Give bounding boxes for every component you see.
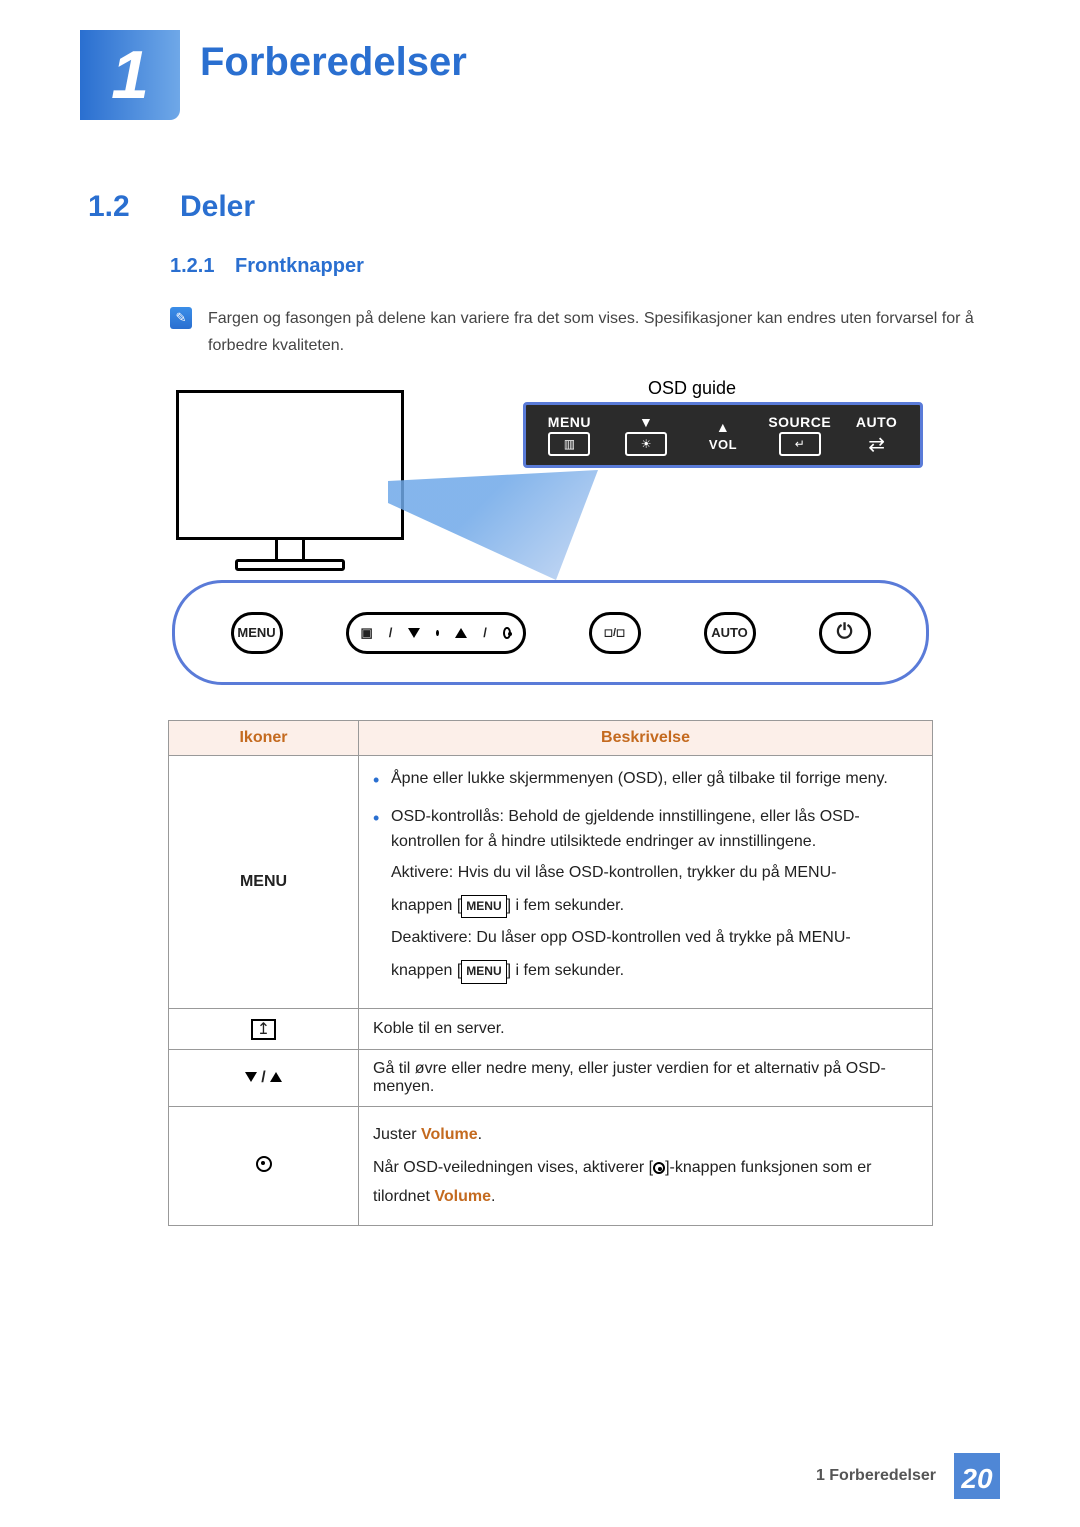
th-desc: Beskrivelse bbox=[359, 721, 933, 756]
row-menu-icon: MENU bbox=[169, 756, 359, 1009]
menu-bullet-2: OSD-kontrollås: Behold de gjeldende inns… bbox=[373, 804, 918, 986]
th-icons: Ikoner bbox=[169, 721, 359, 756]
chapter-tab: 1 bbox=[80, 30, 180, 120]
panel-menu-button: MENU bbox=[231, 612, 283, 654]
panel-arrows-button: ▣/ / bbox=[346, 612, 526, 654]
osd-guide-label: OSD guide bbox=[648, 378, 736, 399]
chapter-number: 1 bbox=[111, 36, 149, 114]
row-menu-desc: Åpne eller lukke skjermmenyen (OSD), ell… bbox=[359, 756, 933, 1009]
page-footer: 1 Forberedelser 20 bbox=[816, 1453, 1000, 1499]
screen-up-icon: ↥ bbox=[251, 1019, 276, 1040]
osd-up-icon: ▲ bbox=[716, 419, 730, 435]
osd-auto-label: AUTO bbox=[856, 414, 897, 430]
menu-badge-icon: MENU bbox=[461, 895, 506, 919]
callout-beam bbox=[388, 470, 598, 580]
panel-power-button: ⏻ bbox=[819, 612, 871, 654]
button-description-table: Ikoner Beskrivelse MENU Åpne eller lukke… bbox=[168, 720, 933, 1226]
row-volume-desc: Juster Volume. Når OSD-veiledningen vise… bbox=[359, 1106, 933, 1225]
monitor-illustration bbox=[176, 390, 404, 590]
diagram: OSD guide MENU ▥ ▼ ☀ ▲ VOL SOURCE ↵ AUTO… bbox=[168, 370, 933, 700]
front-panel: MENU ▣/ / ◻/◻ AUTO ⏻ bbox=[172, 580, 929, 685]
subsection-number: 1.2.1 bbox=[170, 255, 214, 278]
menu-badge-icon: MENU bbox=[461, 960, 506, 984]
osd-menu-label: MENU bbox=[548, 414, 591, 430]
volume-keyword: Volume bbox=[421, 1126, 478, 1143]
screen-up-icon: ▣ bbox=[361, 625, 373, 641]
target-icon bbox=[256, 1156, 272, 1172]
osd-bar: MENU ▥ ▼ ☀ ▲ VOL SOURCE ↵ AUTO ⇄ bbox=[523, 402, 923, 468]
osd-source-label: SOURCE bbox=[768, 414, 831, 430]
osd-enter-icon: ↵ bbox=[779, 432, 821, 456]
section-number: 1.2 bbox=[88, 190, 130, 224]
target-icon bbox=[653, 1162, 665, 1174]
panel-auto-button: AUTO bbox=[704, 612, 756, 654]
osd-vol-label: VOL bbox=[709, 437, 737, 452]
section-title: Deler bbox=[180, 190, 255, 224]
osd-auto-icon: ⇄ bbox=[856, 432, 898, 456]
row-arrows-icon: / bbox=[169, 1049, 359, 1106]
footer-chapter: 1 Forberedelser bbox=[816, 1467, 936, 1485]
footer-page-number: 20 bbox=[954, 1453, 1000, 1499]
osd-brightness-icon: ☀ bbox=[625, 432, 667, 456]
triangle-up-icon bbox=[270, 1072, 282, 1082]
osd-down-icon: ▼ bbox=[639, 414, 653, 430]
row-arrows-desc: Gå til øvre eller nedre meny, eller just… bbox=[359, 1049, 933, 1106]
menu-bullet-1: Åpne eller lukke skjermmenyen (OSD), ell… bbox=[373, 766, 918, 792]
row-server-icon: ↥ bbox=[169, 1008, 359, 1049]
osd-menu-icon: ▥ bbox=[548, 432, 590, 456]
chapter-title: Forberedelser bbox=[200, 40, 467, 85]
volume-keyword: Volume bbox=[434, 1188, 491, 1205]
panel-source-button: ◻/◻ bbox=[589, 612, 641, 654]
triangle-down-icon bbox=[245, 1072, 257, 1082]
row-server-desc: Koble til en server. bbox=[359, 1008, 933, 1049]
dot-icon bbox=[436, 630, 439, 636]
target-icon bbox=[503, 627, 511, 639]
note-text: Fargen og fasongen på delene kan variere… bbox=[208, 305, 1000, 359]
note-icon: ✎ bbox=[170, 307, 192, 329]
triangle-down-icon bbox=[408, 628, 420, 638]
triangle-up-icon bbox=[455, 628, 467, 638]
row-volume-icon bbox=[169, 1106, 359, 1225]
subsection-title: Frontknapper bbox=[235, 255, 364, 278]
